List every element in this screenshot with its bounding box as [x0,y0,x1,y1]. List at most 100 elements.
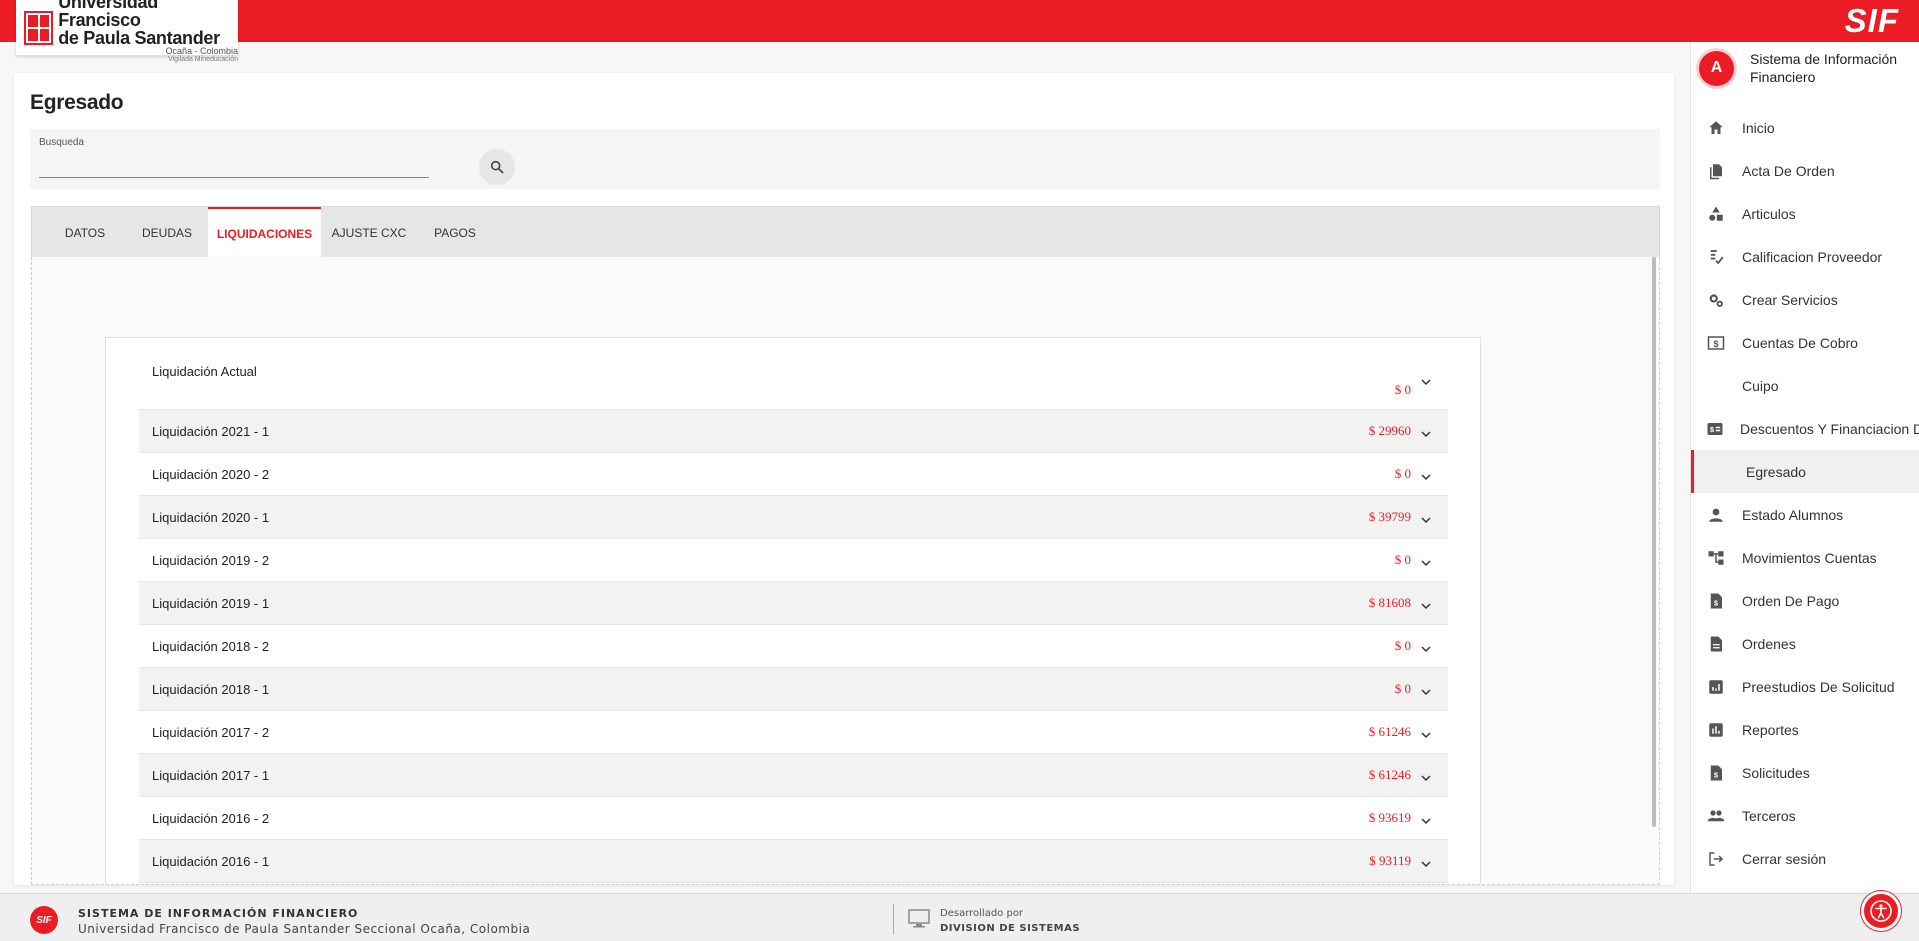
liquidacion-name: Liquidación Actual [152,364,257,379]
search-button[interactable] [479,149,515,185]
chevron-down-icon[interactable] [1421,641,1431,653]
panel-scrollbar[interactable] [1652,257,1656,827]
sidebar-item-movimientos-cuentas[interactable]: Movimientos Cuentas [1691,536,1919,579]
university-logo[interactable]: Universidad Francisco de Paula Santander… [16,0,238,63]
document-icon [1706,634,1726,654]
liquidacion-row[interactable]: Liquidación 2020 - 1 $ 39799 [139,496,1448,539]
sidebar-item-estado-alumnos[interactable]: Estado Alumnos [1691,493,1919,536]
chevron-down-icon[interactable] [1421,598,1431,610]
tab-deudas[interactable]: DEUDAS [131,207,203,258]
developed-by-label: Desarrollado por [940,908,1024,919]
tab-datos[interactable]: DATOS [49,207,121,258]
sidebar-item-ordenes[interactable]: Ordenes [1691,622,1919,665]
logo-line-4: Vigilada Mineducación [168,55,238,63]
liquidacion-row[interactable]: Liquidación 2016 - 2 $ 93619 [139,797,1448,840]
liquidacion-row[interactable]: Liquidación Actual $ 0 [139,352,1448,410]
search-input[interactable] [39,154,429,178]
accessibility-button[interactable] [1861,891,1901,931]
sidebar-item-label: Solicitudes [1742,764,1810,781]
sidebar-item-label: Calificacion Proveedor [1742,248,1883,265]
sidebar-item-crear-servicios[interactable]: Crear Servicios [1691,278,1919,321]
search-icon [490,160,504,174]
liquidacion-amount: $ 61246 [1368,724,1411,739]
footer-subtitle: Universidad Francisco de Paula Santander… [78,922,531,936]
tab-ajuste-cxc[interactable]: AJUSTE CXC [324,207,414,258]
liquidacion-name: Liquidación 2020 - 1 [152,509,270,525]
liquidacion-amount: $ 0 [1394,681,1411,696]
liquidacion-name: Liquidación 2021 - 1 [152,423,270,439]
home-icon [1706,118,1726,138]
sidebar-item-label: Inicio [1742,119,1775,136]
liquidacion-name: Liquidación 2018 - 2 [152,638,270,654]
tree-icon [1706,548,1726,568]
sidebar-item-terceros[interactable]: Terceros [1691,794,1919,837]
money-icon: $ [1706,333,1726,353]
liquidacion-amount: $ 0 [1394,466,1411,481]
chevron-down-icon[interactable] [1421,374,1431,386]
logo-line-3: Ocaña - Colombia [165,45,238,56]
chevron-down-icon[interactable] [1421,512,1431,524]
sidebar-item-orden-de-pago[interactable]: $ Orden De Pago [1691,579,1919,622]
sidebar-item-label: Estado Alumnos [1742,506,1844,523]
sidebar-item-cerrar-sesion[interactable]: Cerrar sesión [1691,837,1919,880]
chevron-down-icon[interactable] [1421,426,1431,438]
sidebar-item-solicitudes[interactable]: $ Solicitudes [1691,751,1919,794]
person-icon [1706,505,1726,525]
liquidacion-amount: $ 39799 [1368,509,1411,524]
sidebar-item-label: Cuipo [1742,377,1779,394]
sidebar-item-label: Movimientos Cuentas [1742,549,1877,566]
liquidacion-row[interactable]: Liquidación 2019 - 1 $ 81608 [139,582,1448,625]
liquidacion-row[interactable]: Liquidación 2018 - 2 $ 0 [139,625,1448,668]
chevron-down-icon[interactable] [1421,813,1431,825]
sidebar: A Sistema de Información Financiero Inic… [1690,42,1919,892]
payment-doc-icon: $ [1706,591,1726,611]
chevron-down-icon[interactable] [1421,770,1431,782]
sidebar-item-label: Egresado [1746,463,1806,480]
sidebar-item-cuentas-de-cobro[interactable]: $ Cuentas De Cobro [1691,321,1919,364]
footer: SIF SISTEMA DE INFORMACIÓN FINANCIERO Un… [0,893,1919,941]
top-bar: SIF [0,0,1919,42]
liquidacion-amount: $ 0 [1394,552,1411,567]
sidebar-item-label: Cuentas De Cobro [1742,334,1858,351]
accessibility-icon [1870,900,1892,922]
chevron-down-icon[interactable] [1421,684,1431,696]
liquidacion-row[interactable]: Liquidación 2019 - 2 $ 0 [139,539,1448,582]
sidebar-item-articulos[interactable]: Articulos [1691,192,1919,235]
chevron-down-icon[interactable] [1421,469,1431,481]
avatar[interactable]: A [1699,50,1734,86]
sidebar-item-acta-de-orden[interactable]: Acta De Orden [1691,149,1919,192]
liquidacion-row[interactable]: Liquidación 2017 - 1 $ 61246 [139,754,1448,797]
sidebar-item-label: Reportes [1742,721,1799,738]
liquidacion-amount: $ 93119 [1369,853,1411,868]
liquidacion-row[interactable]: Liquidación 2020 - 2 $ 0 [139,453,1448,496]
shapes-icon [1706,204,1726,224]
liquidacion-amount: $ 81608 [1368,595,1411,610]
sidebar-item-label: Crear Servicios [1742,291,1838,308]
sidebar-item-reportes[interactable]: Reportes [1691,708,1919,751]
chevron-down-icon[interactable] [1421,856,1431,868]
liquidacion-name: Liquidación 2016 - 2 [152,810,270,826]
liquidacion-row[interactable]: Liquidación 2018 - 1 $ 0 [139,668,1448,711]
sidebar-item-calificacion-proveedor[interactable]: Calificacion Proveedor [1691,235,1919,278]
chevron-down-icon[interactable] [1421,727,1431,739]
tab-pagos[interactable]: PAGOS [420,207,490,258]
liquidacion-row[interactable]: Liquidación 2021 - 1 $ 29960 [139,410,1448,453]
sidebar-item-cuipo[interactable]: Cuipo [1691,364,1919,407]
sidebar-item-preestudios-de-solicitud[interactable]: Preestudios De Solicitud [1691,665,1919,708]
sidebar-item-label: Articulos [1742,205,1796,222]
liquidacion-row[interactable]: Liquidación 2016 - 1 $ 93119 [139,840,1448,883]
liquidacion-amount: $ 0 [1394,382,1411,397]
liquidacion-amount: $ 29960 [1368,423,1411,438]
sidebar-item-inicio[interactable]: Inicio [1691,106,1919,149]
sidebar-item-label: Preestudios De Solicitud [1742,678,1895,695]
liquidacion-row[interactable]: Liquidación 2017 - 2 $ 61246 [139,711,1448,754]
sidebar-item-descuentos-y-financiacion-de[interactable]: $ Descuentos Y Financiacion De [1691,407,1919,450]
bar-chart-icon [1706,720,1726,740]
search-area: Busqueda [30,129,1660,189]
sidebar-item-label: Descuentos Y Financiacion De [1740,420,1919,437]
svg-text:$: $ [1713,338,1718,348]
tab-liquidaciones[interactable]: LIQUIDACIONES [208,207,321,258]
chevron-down-icon[interactable] [1421,555,1431,567]
sidebar-item-egresado[interactable]: Egresado [1691,450,1919,493]
search-label: Busqueda [39,137,85,148]
